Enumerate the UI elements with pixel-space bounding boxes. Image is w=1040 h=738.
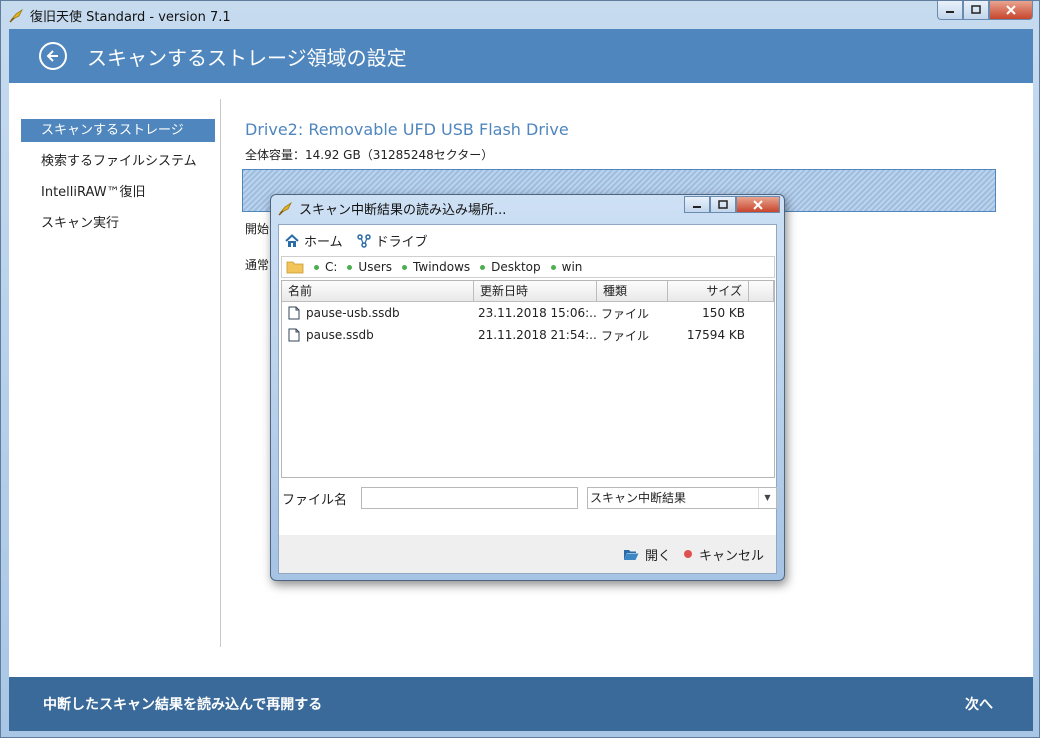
sidebar-item-run-scan[interactable]: スキャン実行 xyxy=(21,212,215,243)
folder-open-icon xyxy=(623,549,639,560)
file-modified: 23.11.2018 15:06:... xyxy=(478,306,597,320)
path-dot-icon xyxy=(402,264,408,270)
cancel-button[interactable]: キャンセル xyxy=(683,545,764,564)
nav-drive-button[interactable]: ドライブ xyxy=(356,231,428,250)
filename-row: ファイル名 スキャン中断結果 ▼ xyxy=(282,487,777,509)
normal-label: 通常 xyxy=(245,258,270,272)
sidebar-item-storage[interactable]: スキャンするストレージ xyxy=(21,119,215,142)
sidebar-divider xyxy=(220,99,221,647)
nav-drive-label: ドライブ xyxy=(375,235,428,250)
dialog-title-bar[interactable]: スキャン中断結果の読み込み場所... xyxy=(271,195,784,221)
column-header-size[interactable]: サイズ xyxy=(668,281,749,302)
footer-bar: 中断したスキャン結果を読み込んで再開する 次へ xyxy=(9,677,1033,731)
breadcrumb-item[interactable]: Users xyxy=(347,260,392,274)
column-header-filler xyxy=(749,281,774,302)
file-type: ファイル xyxy=(601,306,650,321)
folder-icon xyxy=(286,261,304,274)
file-name-cell: pause-usb.ssdb xyxy=(282,306,474,320)
minimize-button[interactable] xyxy=(937,1,963,20)
file-modified: 21.11.2018 21:54:... xyxy=(478,328,597,342)
app-title: 復旧天使 Standard - version 7.1 xyxy=(30,9,231,25)
drives-icon xyxy=(356,233,371,248)
path-dot-icon xyxy=(314,264,319,270)
breadcrumb-label: C: xyxy=(325,260,338,274)
file-name-cell: pause.ssdb xyxy=(282,328,474,342)
window-controls xyxy=(937,1,1033,20)
drive-title: Drive2: Removable UFD USB Flash Drive xyxy=(245,120,569,139)
sidebar-item-filesystem[interactable]: 検索するファイルシステム xyxy=(21,150,215,181)
dialog-close-button[interactable] xyxy=(736,196,780,213)
title-bar[interactable]: 復旧天使 Standard - version 7.1 xyxy=(1,1,1040,29)
breadcrumb-label: Users xyxy=(358,260,393,274)
path-dot-icon xyxy=(550,264,556,270)
dialog-window-controls xyxy=(684,196,780,213)
file-icon xyxy=(288,328,300,342)
file-list: 名前 更新日時 種類 サイズ pause-usb.ssdb 23.11.2018… xyxy=(281,280,775,478)
close-icon xyxy=(753,199,763,210)
next-button[interactable]: 次へ xyxy=(965,694,993,714)
start-label: 開始 xyxy=(245,222,270,236)
close-button[interactable] xyxy=(989,1,1033,20)
maximize-icon xyxy=(718,199,728,209)
app-logo-icon xyxy=(278,201,293,216)
file-type-selected: スキャン中断結果 xyxy=(590,491,687,505)
filename-label: ファイル名 xyxy=(282,492,348,508)
app-logo-icon xyxy=(9,8,24,23)
open-label: 開く xyxy=(644,548,671,564)
file-size: 150 KB xyxy=(702,306,745,320)
sidebar-item-intelliraw[interactable]: IntelliRAW™復旧 xyxy=(21,181,215,212)
file-row[interactable]: pause.ssdb 21.11.2018 21:54:... ファイル 175… xyxy=(282,324,774,346)
dialog-footer: 開く キャンセル xyxy=(279,535,776,573)
column-header-name[interactable]: 名前 xyxy=(282,281,474,302)
breadcrumb-label: win xyxy=(561,260,583,274)
dialog-title: スキャン中断結果の読み込み場所... xyxy=(299,202,507,218)
home-icon xyxy=(285,233,299,247)
nav-home-label: ホーム xyxy=(304,235,343,250)
close-icon xyxy=(1006,5,1016,15)
breadcrumb-label: Desktop xyxy=(491,260,541,274)
filename-input[interactable] xyxy=(361,487,578,509)
maximize-icon xyxy=(971,5,981,14)
breadcrumb-item[interactable]: Twindows xyxy=(402,260,470,274)
open-dialog: スキャン中断結果の読み込み場所... ホーム ドライブ C: Users Twi… xyxy=(270,194,785,581)
dialog-minimize-button[interactable] xyxy=(684,196,710,213)
cancel-dot-icon xyxy=(683,550,692,558)
open-button[interactable]: 開く xyxy=(623,545,671,564)
dialog-body: ホーム ドライブ C: Users Twindows Desktop win 名… xyxy=(278,224,777,574)
page-header: スキャンするストレージ領域の設定 xyxy=(9,29,1033,83)
minimize-icon xyxy=(946,11,954,13)
column-header-type[interactable]: 種類 xyxy=(597,281,668,302)
path-breadcrumb: C: Users Twindows Desktop win xyxy=(281,256,775,278)
maximize-button[interactable] xyxy=(963,1,989,20)
cancel-label: キャンセル xyxy=(698,548,764,564)
chevron-down-icon[interactable]: ▼ xyxy=(758,488,776,508)
drive-capacity: 全体容量：14.92 GB（31285248セクター） xyxy=(245,148,494,162)
arrow-left-icon xyxy=(46,50,58,62)
file-row[interactable]: pause-usb.ssdb 23.11.2018 15:06:... ファイル… xyxy=(282,302,774,324)
resume-scan-button[interactable]: 中断したスキャン結果を読み込んで再開する xyxy=(43,694,322,714)
path-dot-icon xyxy=(347,264,353,270)
path-dot-icon xyxy=(480,264,486,270)
file-name: pause.ssdb xyxy=(306,328,374,342)
column-header-modified[interactable]: 更新日時 xyxy=(474,281,597,302)
breadcrumb-item[interactable]: C: xyxy=(314,260,337,274)
page-title: スキャンするストレージ領域の設定 xyxy=(87,45,407,70)
file-type-select[interactable]: スキャン中断結果 ▼ xyxy=(587,487,777,509)
nav-home-button[interactable]: ホーム xyxy=(285,231,343,250)
dialog-nav: ホーム ドライブ xyxy=(285,231,442,250)
file-name: pause-usb.ssdb xyxy=(306,306,400,320)
breadcrumb-label: Twindows xyxy=(413,260,471,274)
minimize-icon xyxy=(693,205,701,208)
file-list-header: 名前 更新日時 種類 サイズ xyxy=(282,281,774,302)
breadcrumb-item[interactable]: win xyxy=(550,260,583,274)
dialog-maximize-button[interactable] xyxy=(710,196,736,213)
back-button[interactable] xyxy=(39,42,67,70)
sidebar: スキャンするストレージ 検索するファイルシステム IntelliRAW™復旧 ス… xyxy=(21,119,215,243)
file-icon xyxy=(288,306,300,320)
file-size: 17594 KB xyxy=(686,328,745,342)
file-type: ファイル xyxy=(601,328,650,343)
breadcrumb-item[interactable]: Desktop xyxy=(480,260,541,274)
